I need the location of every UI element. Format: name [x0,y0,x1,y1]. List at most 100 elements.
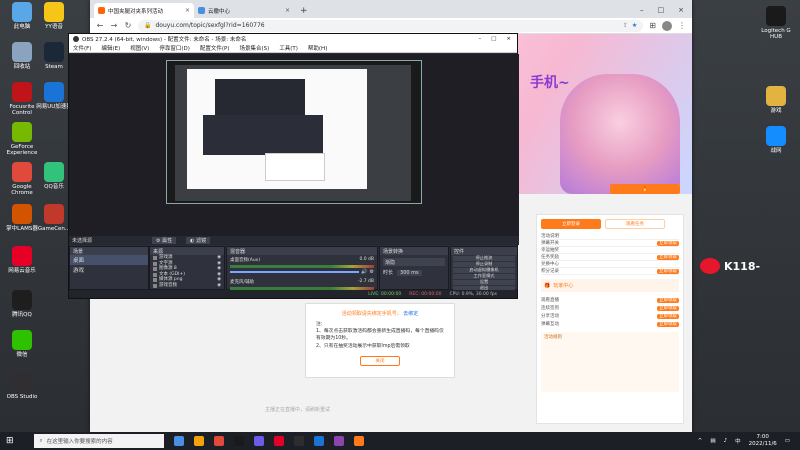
obs-close-icon[interactable]: × [506,36,511,42]
desktop-shortcut[interactable]: GameCen... [36,204,72,232]
obs-menu-item[interactable]: 工具(T) [279,44,298,52]
desktop-shortcut[interactable]: Focusrite Control [4,82,40,116]
task-tab[interactable]: 观看任务 [605,219,665,229]
clock[interactable]: 7:00 2022/11/6 [749,434,777,447]
ime-indicator[interactable]: 中 [735,437,741,445]
login-tab[interactable]: 立即登录 [541,219,601,229]
sidebar-row[interactable]: 积分记录 立即领取 [541,268,679,275]
taskbar-app-icon[interactable] [353,436,364,446]
taskbar-app-icon[interactable] [253,436,264,446]
desktop-shortcut[interactable]: 掌中LAMS器 [4,204,40,232]
sidebar-row[interactable]: 幸运抽奖 [541,247,679,254]
taskbar-app-icon[interactable] [333,436,344,446]
claim-button[interactable]: 立即领取 [657,313,679,319]
source-item[interactable]: 游戏音频 ◉ [150,283,224,289]
claim-button[interactable]: 立即领取 [657,240,679,246]
obs-menu-item[interactable]: 配置文件(P) [200,44,230,52]
transition-select[interactable]: 渐隐 [383,258,445,266]
reload-icon[interactable]: ↻ [124,21,132,30]
source-type-icon [153,261,157,266]
desktop-shortcut[interactable]: Logitech G HUB [758,6,794,40]
sidebar-row[interactable]: 活动说明 [541,233,679,240]
visibility-eye-icon[interactable]: ◉ [217,283,221,289]
obs-maximize-icon[interactable]: □ [491,36,496,42]
desktop-shortcut[interactable]: 此电脑 [4,2,40,30]
new-tab-button[interactable]: + [300,6,308,16]
obs-menu-item[interactable]: 编辑(E) [101,44,120,52]
desktop-shortcut[interactable]: Google Chrome [4,162,40,196]
obs-minimize-icon[interactable]: – [478,36,481,42]
desktop-shortcut[interactable]: 腾讯QQ [4,290,40,318]
taskbar-app-icon[interactable] [193,436,204,446]
desktop-shortcut[interactable]: 回收站 [4,42,40,70]
forward-icon[interactable]: → [110,21,118,30]
taskbar-app-icon[interactable] [173,436,184,446]
desktop-shortcut[interactable]: QQ音乐 [36,162,72,190]
close-icon[interactable]: × [678,6,684,14]
taskbar-app-icon[interactable] [293,436,304,446]
scene-item[interactable]: 桌面 [70,255,148,265]
desktop-shortcut[interactable]: 网易云音乐 [4,246,40,274]
obs-menu-item[interactable]: 帮助(H) [308,44,327,52]
desktop-shortcut[interactable]: GeForce Experience [4,122,40,156]
bookmark-star-icon[interactable]: ★ [632,22,637,29]
start-windows-icon[interactable]: ⊞ [6,436,14,446]
share-icon[interactable]: ⇪ [623,22,628,29]
obs-menu-item[interactable]: 场景集合(S) [239,44,269,52]
modal-close-button[interactable]: 关闭 [360,355,400,366]
desktop-shortcut[interactable]: 战网 [758,126,794,154]
tab-close-icon[interactable]: × [185,7,190,14]
claim-button[interactable]: 立即领取 [657,321,679,327]
tab-inactive[interactable]: 云撒中心 × [194,3,294,18]
properties-button[interactable]: ⚙ 属性 [152,237,177,244]
taskbar-app-icon[interactable] [233,436,244,446]
player-row[interactable]: 分享活动 立即领取 [541,312,679,320]
tab-close-icon[interactable]: × [285,7,290,14]
tab-active[interactable]: 中国夹腿对夹系列活动 × [94,3,194,18]
speaker-icon[interactable]: 🔊 [361,269,367,275]
taskbar-app-icon[interactable] [213,436,224,446]
desktop-shortcut[interactable]: 网易UU加速器 [36,82,72,110]
scenes-dock: 场景 桌面 游戏 [69,246,149,290]
obs-logo-icon [73,36,79,42]
extension-icon[interactable]: ⊞ [649,21,656,30]
claim-button[interactable]: 立即领取 [657,305,679,311]
player-row[interactable]: 连续签到 立即领取 [541,304,679,312]
claim-button[interactable]: 立即领取 [657,297,679,303]
desktop-shortcut[interactable]: Steam [36,42,72,70]
duration-value[interactable]: 300 ms [397,269,422,276]
claim-button[interactable]: 立即领取 [657,268,679,274]
taskbar-app-icon[interactable] [273,436,284,446]
claim-button[interactable]: 立即领取 [657,254,679,260]
desktop-shortcut[interactable]: YY语音 [36,2,72,30]
modal-title: 活动领取请先绑定手机号， [341,311,402,317]
obs-menu-item[interactable]: 停靠窗口(D) [159,44,190,52]
tray-arrow-icon[interactable]: ^ [698,438,703,444]
desktop-shortcut[interactable]: OBS Studio [4,372,40,400]
filters-button[interactable]: ◐ 滤镜 [186,237,211,244]
profile-icon[interactable] [662,20,672,31]
taskbar-app-icon[interactable] [313,436,324,446]
obs-menu-item[interactable]: 视图(V) [130,44,149,52]
bind-phone-link[interactable]: 去绑定 [403,311,418,317]
menu-icon[interactable]: ⋮ [678,21,686,30]
volume-icon[interactable]: ♪ [724,438,728,444]
sidebar-row[interactable]: 任务奖励 立即领取 [541,254,679,261]
player-row[interactable]: 观看直播 立即领取 [541,296,679,304]
player-row[interactable]: 弹幕互动 立即领取 [541,320,679,328]
gear-icon[interactable]: ⚙ [370,269,374,275]
desktop-shortcut[interactable]: 游戏 [758,86,794,114]
maximize-icon[interactable]: □ [658,6,665,14]
notification-icon[interactable]: ▭ [785,438,790,444]
obs-menu-item[interactable]: 文件(F) [73,44,91,52]
back-icon[interactable]: ← [96,21,104,30]
sidebar-row[interactable]: 兑换中心 [541,261,679,268]
taskbar-search[interactable]: ⌕ 在这里输入你要搜索的内容 [33,434,164,448]
network-icon[interactable]: ▤ [710,438,715,444]
sidebar-row[interactable]: 弹幕开关 立即领取 [541,240,679,247]
volume-slider[interactable] [230,271,360,273]
minimize-icon[interactable]: – [640,6,644,14]
scene-item[interactable]: 游戏 [70,265,148,275]
address-bar[interactable]: 🔒 douyu.com/topic/sexfgl?rid=160776 ⇪ ★ [138,19,644,32]
desktop-shortcut[interactable]: 微信 [4,330,40,358]
